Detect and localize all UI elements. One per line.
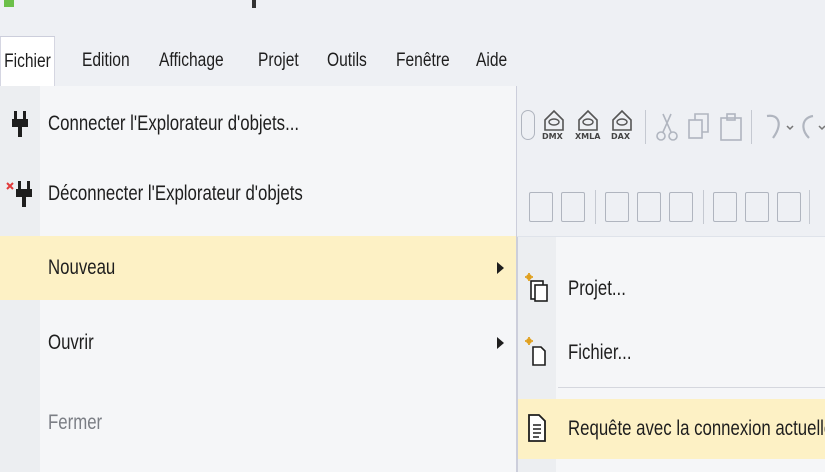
toolbar-standard: DMX XMLA DAX xyxy=(515,100,825,156)
menu-fichier[interactable]: Fichier xyxy=(0,36,55,86)
xmla-query-icon[interactable]: XMLA xyxy=(575,108,603,148)
submenu-item-query-current-connection[interactable]: Requête avec la connexion actuelle xyxy=(518,399,825,459)
toolbar-separator xyxy=(751,110,752,144)
new-submenu: Projet... Fichier... Requête avec la con… xyxy=(517,237,825,472)
menu-item-label: Fermer xyxy=(48,411,103,434)
submenu-item-label: Requête avec la connexion actuelle xyxy=(568,417,825,440)
menu-item-connect-object-explorer[interactable]: Connecter l'Explorateur d'objets... xyxy=(0,92,516,156)
menu-projet[interactable]: Projet xyxy=(258,36,299,86)
document-icon[interactable] xyxy=(777,192,801,222)
title-bar xyxy=(0,0,825,36)
toolbar-partial-icon[interactable] xyxy=(521,110,535,140)
menu-affichage[interactable]: Affichage xyxy=(159,36,224,86)
title-fragment xyxy=(252,0,256,8)
toolbar-query xyxy=(515,180,825,236)
new-project-icon xyxy=(524,271,550,305)
menu-item-label: Connecter l'Explorateur d'objets... xyxy=(48,112,300,135)
menu-item-nouveau[interactable]: Nouveau xyxy=(0,236,516,300)
results-text-icon[interactable] xyxy=(561,192,585,222)
submenu-item-fichier[interactable]: Fichier... xyxy=(518,323,825,383)
toolbar-separator xyxy=(595,190,596,224)
menu-item-disconnect-object-explorer[interactable]: Déconnecter l'Explorateur d'objets xyxy=(0,162,516,226)
plug-icon xyxy=(6,108,34,140)
app-icon xyxy=(4,0,14,7)
file-menu-dropdown: Connecter l'Explorateur d'objets... Déco… xyxy=(0,86,517,472)
toolbar-separator xyxy=(645,110,646,144)
query-document-icon xyxy=(524,411,550,445)
results-grid-icon[interactable] xyxy=(529,192,553,222)
submenu-item-projet[interactable]: Projet... xyxy=(518,259,825,319)
menu-outils[interactable]: Outils xyxy=(327,36,367,86)
menu-item-fermer: Fermer xyxy=(0,391,516,455)
menu-item-label: Nouveau xyxy=(48,256,116,279)
submenu-arrow-icon xyxy=(497,262,504,274)
toolbar-separator xyxy=(809,190,810,224)
cut-icon[interactable] xyxy=(655,112,679,147)
table-icon[interactable] xyxy=(745,192,769,222)
indent-icon[interactable] xyxy=(669,192,693,222)
toolbar-separator xyxy=(703,190,704,224)
menu-edition[interactable]: Edition xyxy=(82,36,130,86)
undo-icon[interactable] xyxy=(761,112,795,147)
plug-disconnect-icon xyxy=(6,178,34,210)
menu-item-label: Déconnecter l'Explorateur d'objets xyxy=(48,182,303,205)
menu-item-ouvrir[interactable]: Ouvrir xyxy=(0,311,516,375)
outdent-icon[interactable] xyxy=(713,192,737,222)
copy-icon[interactable] xyxy=(687,112,711,147)
new-file-icon xyxy=(524,335,550,369)
uncomment-icon[interactable] xyxy=(637,192,661,222)
submenu-item-label: Fichier... xyxy=(568,341,632,364)
menu-aide[interactable]: Aide xyxy=(476,36,507,86)
menu-fenetre[interactable]: Fenêtre xyxy=(396,36,450,86)
submenu-item-label: Projet... xyxy=(568,277,626,300)
dax-query-icon[interactable]: DAX xyxy=(609,108,635,148)
menu-bar: Fichier Edition Affichage Projet Outils … xyxy=(0,36,825,86)
redo-icon[interactable] xyxy=(797,112,825,147)
paste-icon[interactable] xyxy=(719,112,743,147)
dmx-query-icon[interactable]: DMX xyxy=(541,108,567,148)
submenu-separator xyxy=(558,387,825,388)
menu-item-label: Ouvrir xyxy=(48,331,94,354)
comment-icon[interactable] xyxy=(605,192,629,222)
submenu-arrow-icon xyxy=(497,337,504,349)
